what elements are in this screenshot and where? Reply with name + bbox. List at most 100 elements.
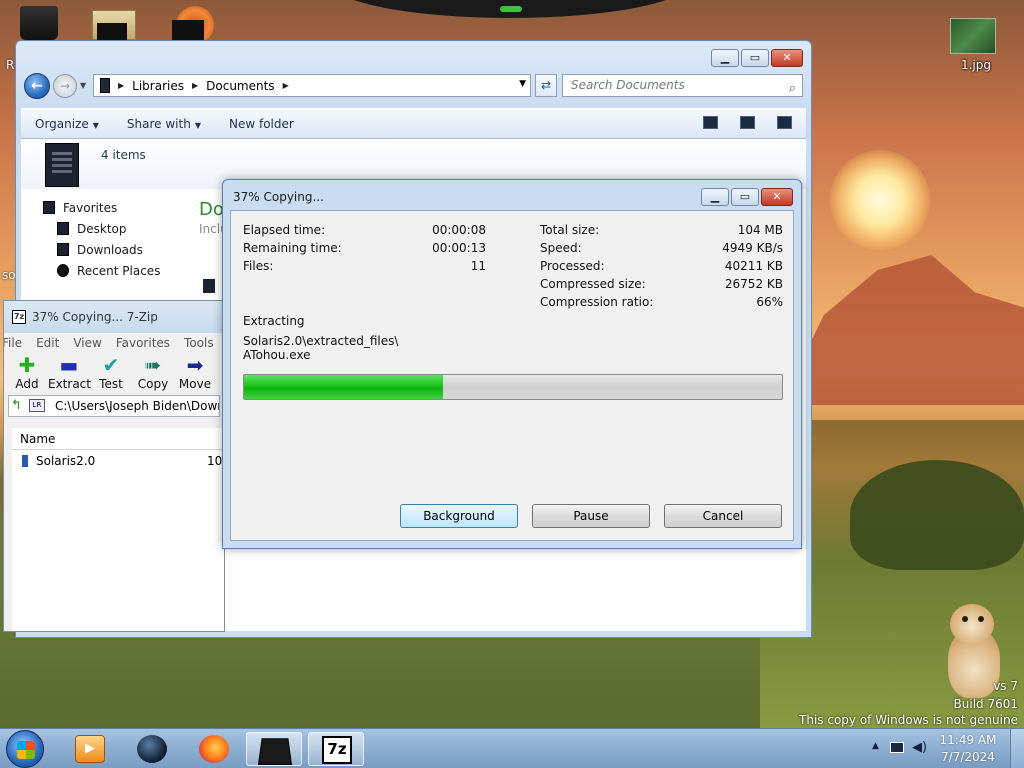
sevenzip-path: C:\Users\Joseph Biden\Down — [55, 399, 220, 413]
search-icon[interactable]: ⌕ — [789, 78, 796, 99]
command-bar: Organize ▼ Share with ▼ New folder — [21, 108, 806, 139]
breadcrumb-libraries[interactable]: Libraries — [132, 79, 184, 93]
desktop-folder-icon[interactable] — [92, 10, 136, 41]
show-hidden-icons-icon[interactable]: ▲ — [872, 741, 879, 751]
nav-desktop-label: Desktop — [77, 221, 127, 236]
show-desktop-button[interactable] — [1010, 729, 1024, 768]
taskbar: 7z ▲ ◀) 11:49 AM 7/7/2024 — [0, 728, 1024, 768]
sevenzip-path-field[interactable]: ↰ LR C:\Users\Joseph Biden\Down — [8, 395, 220, 417]
add-button[interactable]: ✚ Add — [6, 353, 48, 393]
chevron-down-icon: ▼ — [92, 120, 99, 130]
chevron-down-icon[interactable]: ▼ — [519, 79, 526, 89]
progress-minimize-button[interactable]: ▁ — [701, 188, 729, 206]
change-view-icon[interactable] — [703, 116, 718, 129]
back-button[interactable]: ← — [24, 73, 50, 99]
library-heading: Do — [199, 199, 224, 220]
new-folder-button[interactable]: New folder — [215, 117, 308, 131]
address-bar[interactable]: ▶ Libraries ▶ Documents ▶ ▼ — [93, 74, 531, 97]
minimize-button[interactable]: ▁ — [711, 49, 739, 67]
refresh-button[interactable]: ⇄ — [535, 74, 557, 97]
taskbar-7zip[interactable]: 7z — [308, 732, 364, 766]
copy-button[interactable]: ➠ Copy — [132, 353, 174, 393]
copy-progress-dialog: 37% Copying... ▁ ▭ ✕ Elapsed time: 00:00… — [222, 179, 802, 549]
extract-button[interactable]: ▬ Extract — [48, 353, 91, 393]
menu-favorites[interactable]: Favorites — [116, 336, 170, 350]
image-file-icon[interactable] — [950, 18, 996, 54]
recent-pages-dropdown[interactable]: ▼ — [80, 81, 86, 90]
close-icon: ✕ — [772, 190, 782, 203]
pause-button[interactable]: Pause — [532, 504, 650, 528]
compression-ratio-value: 66% — [756, 295, 783, 309]
move-button[interactable]: ➡ Move — [174, 353, 216, 393]
column-header-name[interactable]: Name — [12, 428, 224, 450]
clock-date[interactable]: 7/7/2024 — [938, 750, 998, 764]
recycle-bin-icon[interactable] — [20, 6, 58, 40]
menu-view[interactable]: View — [73, 336, 101, 350]
remaining-label: Remaining time: — [243, 241, 342, 255]
progress-dialog-title: 37% Copying... — [233, 190, 324, 204]
arrow-left-icon: ← — [31, 78, 43, 94]
background-button[interactable]: Background — [400, 504, 518, 528]
progress-window-controls: ▁ ▭ ✕ — [701, 188, 793, 206]
plus-icon: ✚ — [18, 353, 36, 377]
menu-edit[interactable]: Edit — [36, 336, 59, 350]
chevron-right-icon[interactable]: ▶ — [283, 81, 289, 90]
navigation-pane: Favorites Desktop Downloads Recent Place… — [43, 197, 203, 307]
forward-button[interactable]: → — [53, 74, 77, 98]
taskbar-firefox[interactable] — [186, 732, 242, 766]
file-icon[interactable] — [203, 279, 215, 293]
close-button[interactable]: ✕ — [771, 49, 803, 67]
media-disc-icon[interactable] — [172, 6, 216, 44]
progress-close-button[interactable]: ✕ — [761, 188, 793, 206]
clock-time[interactable]: 11:49 AM — [938, 733, 998, 747]
taskbar-explorer[interactable] — [246, 732, 302, 766]
nav-recent-places[interactable]: Recent Places — [43, 260, 203, 281]
sevenzip-toolbar: ✚ Add ▬ Extract ✔ Test ➠ Copy ➡ Move — [4, 353, 224, 393]
watermark-line-3: This copy of Windows is not genuine — [799, 713, 1018, 727]
nav-downloads-label: Downloads — [77, 242, 143, 257]
test-label: Test — [99, 377, 123, 391]
test-button[interactable]: ✔ Test — [90, 353, 132, 393]
wallpaper-mountain — [780, 255, 1024, 405]
wallpaper-tree — [850, 460, 1024, 570]
sevenzip-titlebar[interactable]: 7z 37% Copying... 7-Zip — [4, 301, 224, 333]
files-label: Files: — [243, 259, 274, 273]
minus-icon: ▬ — [59, 353, 79, 377]
organize-button[interactable]: Organize ▼ — [21, 117, 113, 131]
monitor-rim — [330, 0, 690, 18]
sevenzip-file-list: Name Solaris2.0 109 — [12, 428, 224, 631]
volume-icon[interactable]: ◀) — [912, 740, 927, 755]
maximize-button[interactable]: ▭ — [741, 49, 769, 67]
nav-desktop[interactable]: Desktop — [43, 218, 203, 239]
current-file-path: Solaris2.0\extracted_files\ — [243, 334, 399, 348]
menu-tools[interactable]: Tools — [184, 336, 214, 350]
cancel-button[interactable]: Cancel — [664, 504, 782, 528]
compressed-size-label: Compressed size: — [540, 277, 646, 291]
up-folder-icon[interactable]: ↰ — [11, 396, 22, 416]
documents-library-icon — [45, 143, 79, 187]
chevron-right-icon[interactable]: ▶ — [192, 81, 198, 90]
breadcrumb-documents[interactable]: Documents — [206, 79, 274, 93]
taskbar-media-player[interactable] — [62, 732, 118, 766]
operation-status: Extracting — [243, 314, 305, 328]
list-item-name: Solaris2.0 — [36, 454, 96, 468]
share-with-button[interactable]: Share with ▼ — [113, 117, 215, 131]
start-button[interactable] — [6, 730, 44, 768]
nav-downloads[interactable]: Downloads — [43, 239, 203, 260]
menu-file[interactable]: File — [4, 336, 22, 350]
list-item[interactable]: Solaris2.0 109 — [12, 450, 224, 472]
maximize-icon: ▭ — [749, 51, 761, 64]
network-icon[interactable] — [890, 742, 904, 753]
taskbar-globe-app[interactable] — [124, 732, 180, 766]
progress-maximize-button[interactable]: ▭ — [731, 188, 759, 206]
desktop-label-fragment-2: so — [2, 268, 16, 282]
preview-pane-icon[interactable] — [740, 116, 755, 129]
search-input[interactable]: Search Documents ⌕ — [562, 74, 803, 97]
chevron-right-icon[interactable]: ▶ — [118, 81, 124, 90]
sevenzip-title: 37% Copying... 7-Zip — [32, 310, 158, 324]
nav-favorites[interactable]: Favorites — [43, 197, 203, 218]
copy-label: Copy — [137, 377, 169, 391]
help-icon[interactable] — [777, 116, 792, 129]
total-size-value: 104 MB — [737, 223, 783, 237]
elapsed-label: Elapsed time: — [243, 223, 326, 237]
